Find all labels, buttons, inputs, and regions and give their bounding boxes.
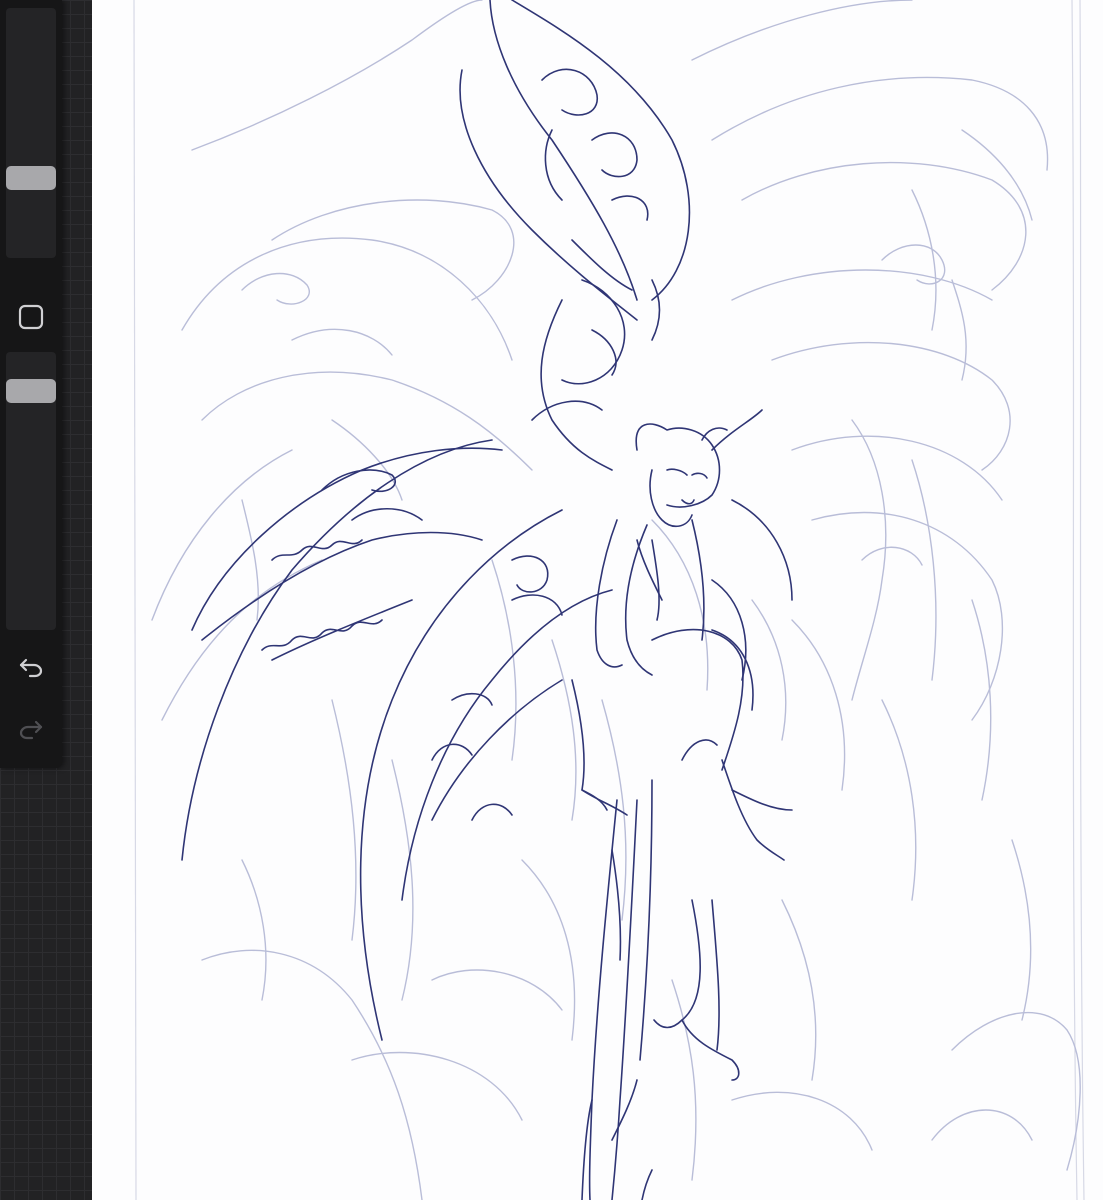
procreate-workspace: [0, 0, 1103, 1200]
canvas-guides: [133, 0, 1085, 1200]
square-outline-icon: [18, 304, 44, 330]
brush-opacity-slider-handle[interactable]: [6, 379, 56, 403]
redo-icon: [19, 720, 43, 740]
redo-button[interactable]: [11, 708, 51, 748]
drawing-canvas[interactable]: [92, 0, 1103, 1200]
brush-size-slider[interactable]: [6, 8, 56, 258]
brush-opacity-slider[interactable]: [6, 352, 56, 630]
undo-icon: [19, 658, 43, 678]
brush-size-slider-handle[interactable]: [6, 166, 56, 190]
construction-sketch: [151, 0, 1081, 1200]
modify-button[interactable]: [14, 302, 48, 332]
main-sketch: [181, 0, 793, 1200]
brush-sidebar: [0, 0, 62, 768]
sketch-artwork: [133, 0, 1085, 1200]
undo-button[interactable]: [11, 646, 51, 686]
